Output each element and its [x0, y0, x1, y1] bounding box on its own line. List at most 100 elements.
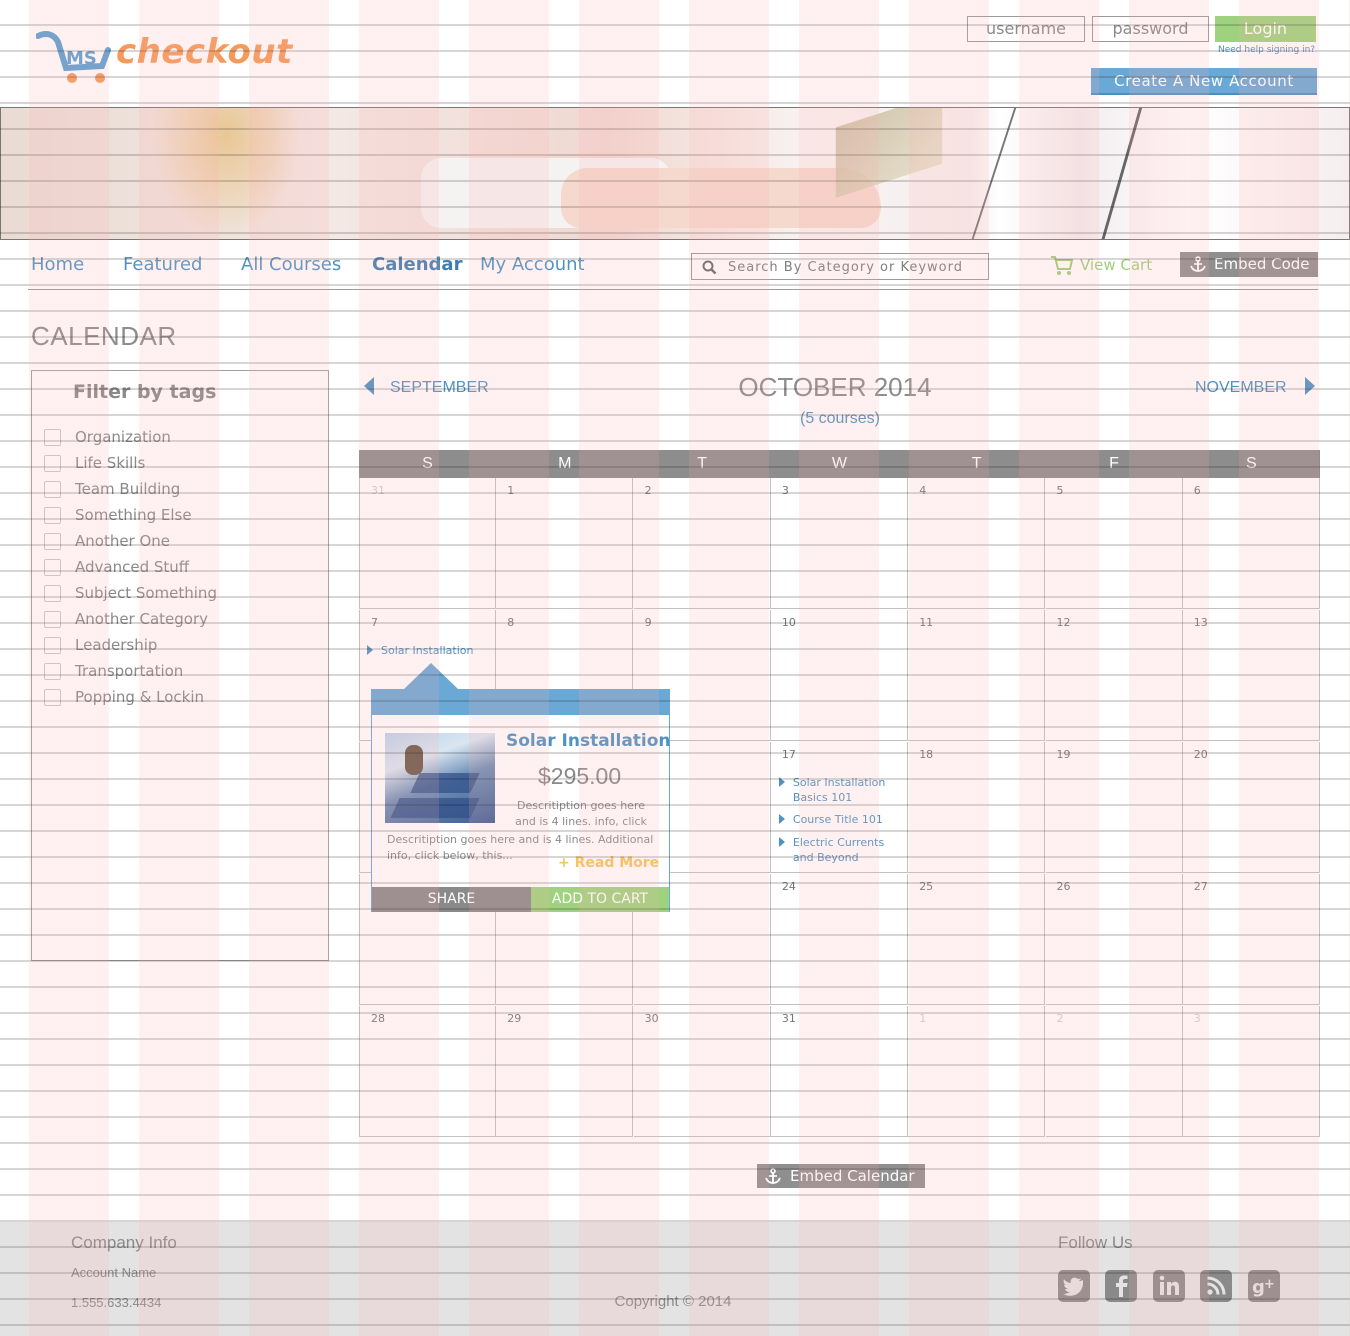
day-number: 18 [919, 748, 934, 761]
read-more-link[interactable]: + Read More [558, 855, 659, 871]
popup-pointer [404, 663, 458, 689]
tag-checkbox[interactable] [44, 533, 61, 550]
footer-phone: 1.555.633.4434 [71, 1295, 162, 1310]
tag-checkbox[interactable] [44, 455, 61, 472]
calendar-day-cell[interactable]: 24 [770, 874, 908, 1005]
course-popup: Solar Installation $295.00 Descritiption… [371, 689, 671, 912]
footer-copyright: Copyright © 2014 [614, 1293, 732, 1310]
calendar-day-cell[interactable]: 31 [359, 478, 496, 609]
google-plus-icon[interactable]: g + [1248, 1270, 1280, 1302]
calendar-day-cell[interactable]: 19 [1045, 742, 1183, 873]
calendar-day-cell[interactable]: 29 [496, 1006, 634, 1137]
tag-checkbox[interactable] [44, 559, 61, 576]
search-input[interactable]: Search By Category or Keyword [691, 253, 989, 280]
page-title: CALENDAR [31, 321, 177, 351]
day-number: 2 [1056, 1012, 1064, 1025]
course-thumbnail[interactable] [385, 733, 495, 823]
day-number: 13 [1193, 616, 1208, 629]
calendar-day-cell[interactable]: 5 [1045, 478, 1183, 609]
calendar-day-cell[interactable]: 10 [770, 610, 908, 741]
chevron-left-icon [364, 377, 374, 395]
nav-all-courses[interactable]: All Courses [241, 254, 341, 275]
tag-label: Transportation [75, 662, 184, 680]
username-input[interactable]: username [967, 16, 1085, 42]
add-to-cart-button[interactable]: ADD TO CART [531, 887, 669, 912]
nav-home[interactable]: Home [31, 254, 84, 275]
calendar-day-cell[interactable]: 12 [1045, 610, 1183, 741]
calendar-day-cell[interactable]: 1 [496, 478, 634, 609]
calendar-event[interactable]: Electric Currents and Beyond [778, 835, 903, 865]
calendar-day-cell[interactable]: 30 [633, 1006, 771, 1137]
calendar-event[interactable]: Course Title 101 [778, 812, 903, 827]
calendar-day-cell[interactable]: 31 [770, 1006, 908, 1137]
tag-checkbox[interactable] [44, 637, 61, 654]
tag-checkbox[interactable] [44, 507, 61, 524]
calendar-day-cell[interactable]: 26 [1045, 874, 1183, 1005]
popup-title[interactable]: Solar Installation [506, 731, 671, 751]
calendar-day-cell[interactable]: 25 [908, 874, 1046, 1005]
popup-header-bar [372, 690, 669, 715]
weekday-header: SMTWTFS [359, 450, 1320, 478]
create-account-button[interactable]: Create A New Account [1091, 68, 1317, 95]
day-number: 27 [1193, 880, 1208, 893]
share-button[interactable]: SHARE [372, 887, 531, 912]
help-signing-in-link[interactable]: Need help signing in? [1218, 45, 1315, 55]
calendar-day-cell[interactable]: 13 [1182, 610, 1320, 741]
rss-icon[interactable] [1200, 1270, 1232, 1302]
event-marker-icon [778, 777, 785, 787]
calendar-day-cell[interactable]: 6 [1182, 478, 1320, 609]
day-number: 24 [781, 880, 796, 893]
embed-calendar-button[interactable]: Embed Calendar [757, 1164, 925, 1188]
tag-checkbox[interactable] [44, 689, 61, 706]
day-number: 3 [1193, 1012, 1201, 1025]
password-input[interactable]: password [1092, 16, 1209, 42]
linkedin-icon[interactable] [1153, 1270, 1185, 1302]
day-number: 5 [1056, 484, 1064, 497]
tag-checkbox[interactable] [44, 481, 61, 498]
nav-my-account[interactable]: My Account [480, 254, 585, 275]
tag-checkbox[interactable] [44, 611, 61, 628]
footer-account-name: Account Name [71, 1265, 157, 1280]
event-title: Solar Installation [381, 644, 474, 657]
anchor-icon [1190, 256, 1206, 272]
embed-code-button[interactable]: Embed Code [1180, 252, 1318, 277]
tag-label: Organization [75, 428, 171, 446]
day-number: 6 [1193, 484, 1201, 497]
view-cart-link[interactable]: View Cart [1050, 255, 1152, 281]
course-count[interactable]: (5 courses) [700, 410, 980, 428]
twitter-icon[interactable] [1058, 1270, 1090, 1302]
calendar-day-cell[interactable]: 20 [1182, 742, 1320, 873]
site-logo[interactable]: MS checkout [36, 28, 296, 88]
calendar-event[interactable]: Solar Installation [367, 643, 501, 658]
weekday-label: S [422, 455, 433, 472]
tag-checkbox[interactable] [44, 429, 61, 446]
svg-text:+: + [1264, 1277, 1275, 1292]
chevron-right-icon [1305, 377, 1315, 395]
embed-code-label: Embed Code [1214, 255, 1310, 273]
calendar-day-cell[interactable]: 3 [770, 478, 908, 609]
calendar-day-cell[interactable]: 4 [908, 478, 1046, 609]
prev-month-link[interactable]: SEPTEMBER [364, 377, 489, 400]
calendar-day-cell[interactable]: 2 [1045, 1006, 1183, 1137]
login-button[interactable]: Login [1215, 16, 1316, 42]
tag-checkbox[interactable] [44, 585, 61, 602]
nav-featured[interactable]: Featured [123, 254, 202, 275]
calendar-day-cell[interactable]: 11 [908, 610, 1046, 741]
facebook-icon[interactable] [1105, 1270, 1137, 1302]
calendar-day-cell[interactable]: 27 [1182, 874, 1320, 1005]
calendar-day-cell[interactable]: 1 [908, 1006, 1046, 1137]
day-number: 25 [919, 880, 934, 893]
nav-divider [28, 289, 1318, 290]
day-number: 1 [919, 1012, 927, 1025]
calendar-day-cell[interactable]: 3 [1182, 1006, 1320, 1137]
tag-checkbox[interactable] [44, 663, 61, 680]
calendar-day-cell[interactable]: 18 [908, 742, 1046, 873]
weekday-label: S [1245, 455, 1257, 472]
event-marker-icon [778, 814, 785, 824]
day-number: 26 [1056, 880, 1071, 893]
calendar-day-cell[interactable]: 2 [633, 478, 771, 609]
day-number: 1 [507, 484, 515, 497]
nav-calendar[interactable]: Calendar [372, 254, 462, 275]
calendar-event[interactable]: Solar Installation Basics 101 [778, 775, 903, 805]
calendar-day-cell[interactable]: 28 [359, 1006, 496, 1137]
